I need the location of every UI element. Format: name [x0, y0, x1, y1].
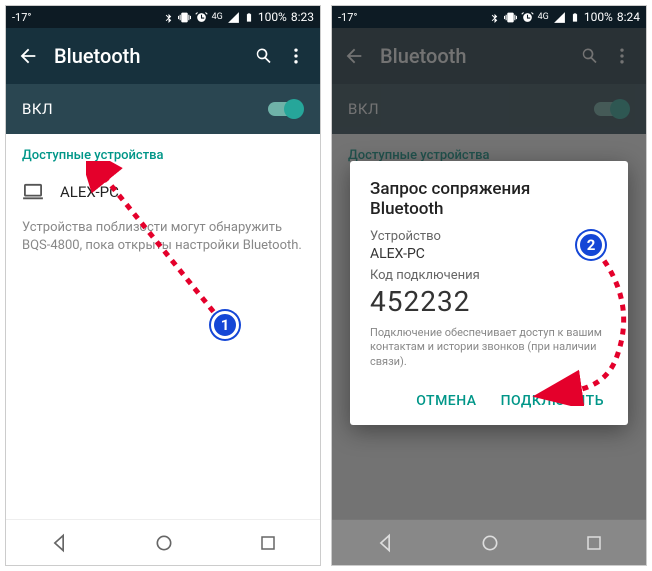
battery-icon: [244, 11, 254, 24]
vibrate-icon: [178, 11, 191, 24]
connect-button[interactable]: ПОДКЛЮЧИТЬ: [497, 387, 608, 415]
nav-recent-icon[interactable]: [259, 534, 277, 552]
bluetooth-icon: [163, 11, 174, 24]
laptop-icon: [22, 183, 44, 201]
search-icon[interactable]: [248, 46, 280, 66]
dialog-code: 452232: [370, 285, 608, 318]
section-header: Доступные устройства: [22, 148, 304, 163]
available-device[interactable]: ALEX-PC: [22, 173, 304, 211]
pairing-dialog: Запрос сопряжения Bluetooth Устройство A…: [350, 161, 628, 425]
alarm-icon: [521, 11, 534, 24]
cancel-button[interactable]: ОТМЕНА: [412, 387, 480, 415]
clock-time: 8:23: [291, 10, 314, 24]
navigation-bar: [6, 519, 320, 565]
overflow-menu-icon[interactable]: [280, 46, 312, 66]
network-type: 4G: [212, 12, 223, 22]
dialog-code-label: Код подключения: [370, 268, 608, 283]
left-screenshot: -17° 4G 100% 8:23 Bluetooth: [5, 5, 321, 566]
app-header: Bluetooth: [6, 28, 320, 84]
device-name: ALEX-PC: [60, 183, 119, 201]
toggle-label: ВКЛ: [22, 100, 53, 118]
discovery-hint: Устройства поблизости могут обнаружить B…: [22, 219, 304, 255]
nav-home-icon[interactable]: [480, 533, 500, 553]
annotation-badge-2: 2: [577, 231, 605, 259]
battery-percent: 100%: [584, 10, 613, 24]
signal-icon: [553, 11, 566, 24]
battery-percent: 100%: [258, 10, 287, 24]
nav-home-icon[interactable]: [154, 533, 174, 553]
signal-icon: [227, 11, 240, 24]
temperature: -17°: [338, 11, 358, 24]
dialog-note: Подключение обеспечивает доступ к вашим …: [370, 326, 608, 369]
battery-icon: [570, 11, 580, 24]
bluetooth-icon: [489, 11, 500, 24]
status-icons: 4G 100% 8:24: [489, 10, 640, 24]
right-screenshot: -17° 4G 100% 8:24 Bluetooth: [331, 5, 647, 566]
dialog-actions: ОТМЕНА ПОДКЛЮЧИТЬ: [370, 387, 608, 415]
vibrate-icon: [504, 11, 517, 24]
status-bar: -17° 4G 100% 8:23: [6, 6, 320, 28]
content-area: Доступные устройства ALEX-PC Устройства …: [6, 134, 320, 269]
toggle-switch[interactable]: [266, 100, 304, 118]
navigation-bar: [332, 519, 646, 565]
page-title: Bluetooth: [42, 44, 248, 68]
dialog-device-label: Устройство: [370, 229, 608, 244]
clock-time: 8:24: [617, 10, 640, 24]
dialog-device-name: ALEX-PC: [370, 246, 608, 262]
nav-back-icon[interactable]: [375, 533, 395, 553]
back-icon[interactable]: [14, 45, 42, 67]
network-type: 4G: [538, 12, 549, 22]
annotation-badge-1: 1: [211, 311, 239, 339]
status-icons: 4G 100% 8:23: [163, 10, 314, 24]
status-bar: -17° 4G 100% 8:24: [332, 6, 646, 28]
alarm-icon: [195, 11, 208, 24]
bluetooth-toggle-row[interactable]: ВКЛ: [6, 84, 320, 134]
temperature: -17°: [12, 11, 32, 24]
nav-back-icon[interactable]: [49, 533, 69, 553]
dialog-title: Запрос сопряжения Bluetooth: [370, 179, 608, 219]
nav-recent-icon[interactable]: [585, 534, 603, 552]
